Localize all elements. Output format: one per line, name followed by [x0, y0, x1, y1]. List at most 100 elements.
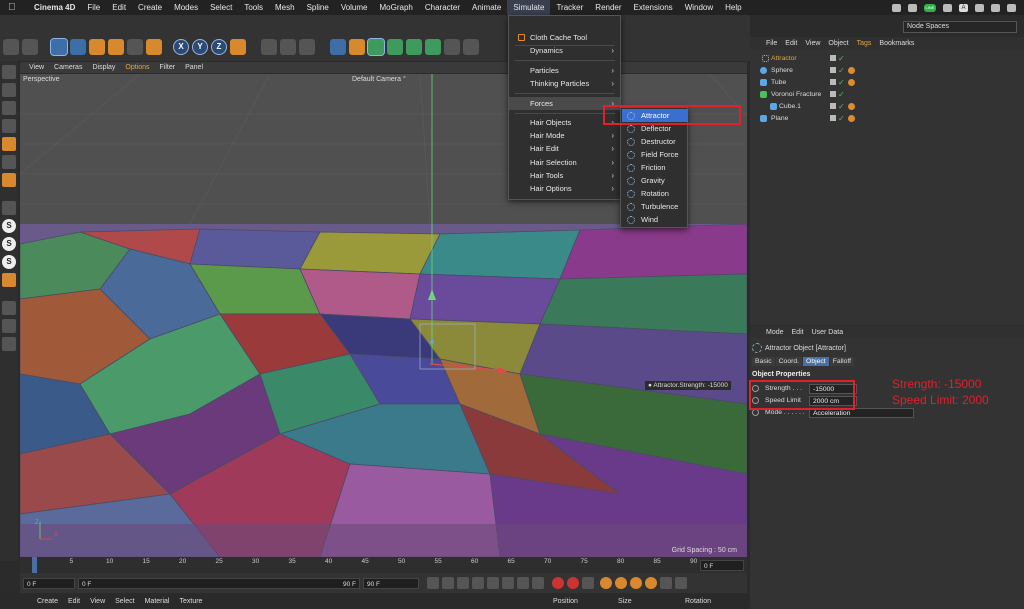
viewport-menu-panel[interactable]: Panel: [180, 64, 208, 71]
menu-mograph[interactable]: MoGraph: [374, 0, 419, 15]
sim-item-hair-tools[interactable]: Hair Tools ›: [509, 169, 620, 182]
om-menu-bookmarks[interactable]: Bookmarks: [875, 40, 918, 47]
viewport-menu-view[interactable]: View: [24, 64, 49, 71]
sim-item-cloth-cache-tool[interactable]: Cloth Cache Tool: [509, 31, 620, 44]
scene-icon[interactable]: [444, 39, 460, 55]
subdivision-icon[interactable]: [367, 38, 385, 56]
visibility-toggle[interactable]: [830, 79, 836, 85]
sim-item-hair-edit[interactable]: Hair Edit ›: [509, 142, 620, 155]
next-key-icon[interactable]: [502, 577, 514, 589]
apple-icon[interactable]: : [8, 2, 18, 13]
camera-icon[interactable]: [463, 39, 479, 55]
menu-mesh[interactable]: Mesh: [269, 0, 301, 15]
object-row-sphere[interactable]: Sphere ✓: [750, 65, 1024, 76]
visibility-toggle[interactable]: [830, 115, 836, 121]
force-item-wind[interactable]: Wind: [622, 213, 688, 226]
autokey-icon[interactable]: [567, 577, 579, 589]
enabled-check-icon[interactable]: ✓: [838, 113, 845, 124]
tag-icon[interactable]: [848, 103, 855, 110]
end-frame-field[interactable]: 90 F: [363, 577, 419, 589]
object-row-attractor[interactable]: Attractor ✓: [750, 53, 1024, 64]
tab-object[interactable]: Object: [803, 357, 829, 366]
tab-coord[interactable]: Coord.: [775, 357, 803, 366]
tweak-mode-icon[interactable]: [2, 201, 16, 215]
playhead[interactable]: [32, 557, 37, 573]
sim-item-hair-options[interactable]: Hair Options ›: [509, 182, 620, 195]
model-mode-icon[interactable]: [2, 83, 16, 97]
render-view-icon[interactable]: [261, 39, 277, 55]
layers-icon[interactable]: [2, 337, 16, 351]
force-item-destructor[interactable]: Destructor: [622, 135, 688, 148]
am-menu-user-data[interactable]: User Data: [808, 329, 848, 336]
om-menu-object[interactable]: Object: [824, 40, 852, 47]
enabled-check-icon[interactable]: ✓: [838, 65, 845, 76]
force-item-rotation[interactable]: Rotation: [622, 187, 688, 200]
menu-volume[interactable]: Volume: [335, 0, 374, 15]
record-icon[interactable]: [552, 577, 564, 589]
visibility-toggle[interactable]: [830, 91, 836, 97]
material-menu-create[interactable]: Create: [32, 598, 63, 605]
y-axis-lock-icon[interactable]: Y: [192, 39, 208, 55]
move-tool-icon[interactable]: [70, 39, 86, 55]
enabled-check-icon[interactable]: ✓: [838, 101, 845, 112]
am-menu-mode[interactable]: Mode: [762, 329, 788, 336]
axis-mode-icon[interactable]: [2, 173, 16, 187]
start-frame-field[interactable]: 0 F: [23, 577, 75, 589]
material-menu-view[interactable]: View: [85, 598, 110, 605]
snap-settings-icon[interactable]: S: [2, 237, 16, 251]
param-key-icon[interactable]: [645, 577, 657, 589]
object-row-cube-1[interactable]: Cube.1 ✓: [750, 101, 1024, 112]
sim-item-thinking-particles[interactable]: Thinking Particles ›: [509, 77, 620, 90]
menu-app[interactable]: Cinema 4D: [28, 0, 81, 15]
menu-tracker[interactable]: Tracker: [550, 0, 589, 15]
menu-help[interactable]: Help: [719, 0, 747, 15]
undo-icon[interactable]: [3, 39, 19, 55]
tab-basic[interactable]: Basic: [752, 357, 775, 366]
menu-window[interactable]: Window: [679, 0, 719, 15]
point-level-icon[interactable]: [660, 577, 672, 589]
tag-icon[interactable]: [848, 67, 855, 74]
om-menu-tags[interactable]: Tags: [853, 40, 876, 47]
recent-tools-icon[interactable]: [127, 39, 143, 55]
menu-select[interactable]: Select: [204, 0, 238, 15]
animate-dot-icon[interactable]: [752, 409, 759, 416]
tag-icon[interactable]: [848, 79, 855, 86]
render-picture-viewer-icon[interactable]: [280, 39, 296, 55]
bluetooth-icon[interactable]: [943, 3, 952, 12]
object-row-plane[interactable]: Plane ✓: [750, 113, 1024, 124]
loop-icon[interactable]: [532, 577, 544, 589]
menu-animate[interactable]: Animate: [466, 0, 507, 15]
timeline-window-icon[interactable]: [675, 577, 687, 589]
creative-cloud-icon[interactable]: [892, 3, 901, 12]
timeline[interactable]: 051015202530354045505560657075808590: [20, 557, 747, 573]
material-menu-edit[interactable]: Edit: [63, 598, 85, 605]
visibility-toggle[interactable]: [830, 67, 836, 73]
menu-edit[interactable]: Edit: [106, 0, 132, 15]
menu-spline[interactable]: Spline: [301, 0, 335, 15]
sim-item-hair-mode[interactable]: Hair Mode ›: [509, 129, 620, 142]
viewport-menu-options[interactable]: Options: [120, 64, 154, 71]
menu-modes[interactable]: Modes: [168, 0, 204, 15]
rotation-key-icon[interactable]: [615, 577, 627, 589]
current-frame-field[interactable]: 0 F: [700, 560, 744, 571]
z-axis-lock-icon[interactable]: Z: [211, 39, 227, 55]
play-icon[interactable]: [472, 577, 484, 589]
polygons-mode-icon[interactable]: [2, 155, 16, 169]
sim-item-particles[interactable]: Particles ›: [509, 64, 620, 77]
om-menu-edit[interactable]: Edit: [781, 40, 801, 47]
material-menu-select[interactable]: Select: [110, 598, 139, 605]
points-mode-icon[interactable]: [2, 119, 16, 133]
previous-key-icon[interactable]: [442, 577, 454, 589]
select-tool-icon[interactable]: [50, 38, 68, 56]
viewport-menu-filter[interactable]: Filter: [155, 64, 181, 71]
tag-icon[interactable]: [848, 115, 855, 122]
force-item-field-force[interactable]: Field Force: [622, 148, 688, 161]
texture-mode-icon[interactable]: [2, 101, 16, 115]
enabled-check-icon[interactable]: ✓: [838, 53, 845, 64]
node-spaces-select[interactable]: Node Spaces: [903, 21, 1017, 33]
checker-icon[interactable]: [2, 301, 16, 315]
go-to-end-icon[interactable]: [517, 577, 529, 589]
material-menu-texture[interactable]: Texture: [175, 598, 208, 605]
wifi-icon[interactable]: [975, 3, 984, 12]
menu-render[interactable]: Render: [589, 0, 627, 15]
